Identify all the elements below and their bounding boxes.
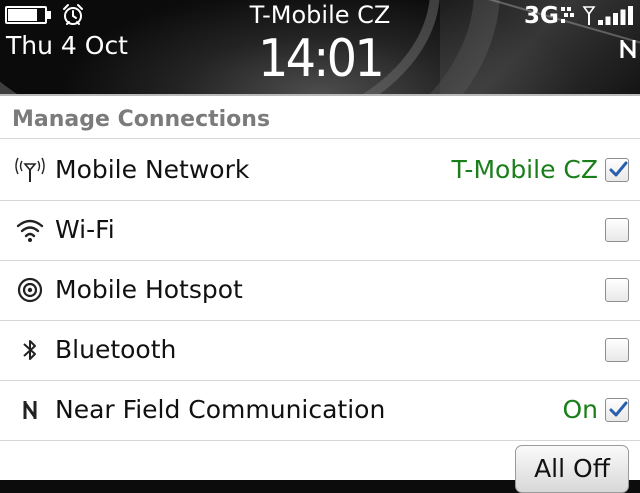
row-label: Mobile Hotspot <box>55 275 243 304</box>
row-status: On <box>562 395 598 424</box>
panel-title: Manage Connections <box>12 107 271 132</box>
all-off-button[interactable]: All Off <box>515 445 629 493</box>
nfc-checkbox[interactable] <box>605 398 629 422</box>
row-label: Wi-Fi <box>55 215 115 244</box>
mobile-hotspot-checkbox[interactable] <box>605 278 629 302</box>
checkmark-icon <box>609 401 628 417</box>
checkmark-icon <box>609 161 628 177</box>
connection-row-wifi[interactable]: Wi-Fi <box>0 200 640 259</box>
row-label: Near Field Communication <box>55 395 386 424</box>
data-transfer-icon <box>561 7 574 23</box>
mobile-network-checkbox[interactable] <box>605 158 629 182</box>
row-label: Bluetooth <box>55 335 177 364</box>
row-status: T-Mobile CZ <box>451 155 598 184</box>
signal-bar <box>605 16 611 25</box>
antenna-icon <box>15 157 45 182</box>
bluetooth-icon <box>23 340 36 360</box>
wifi-checkbox[interactable] <box>605 218 629 242</box>
wifi-icon <box>16 219 44 242</box>
connection-row-mobile-network[interactable]: Mobile Network T-Mobile CZ <box>0 140 640 199</box>
divider <box>0 138 640 139</box>
status-bar: Thu 4 Oct T-Mobile CZ 14:01 3G <box>0 0 640 94</box>
connection-row-nfc[interactable]: Near Field Communication On <box>0 380 640 439</box>
signal-strength-icon <box>582 6 633 25</box>
clock-time: 14:01 <box>257 29 385 89</box>
connection-row-mobile-hotspot[interactable]: Mobile Hotspot <box>0 260 640 319</box>
bluetooth-checkbox[interactable] <box>605 338 629 362</box>
signal-bar <box>598 20 603 25</box>
nfc-icon <box>23 401 37 419</box>
signal-bar <box>628 6 633 25</box>
nfc-status-icon <box>620 40 636 58</box>
row-label: Mobile Network <box>55 155 250 184</box>
connection-row-bluetooth[interactable]: Bluetooth <box>0 320 640 379</box>
signal-bar <box>620 9 626 25</box>
divider <box>0 440 640 441</box>
network-type-label: 3G <box>524 3 559 29</box>
hotspot-icon <box>17 277 43 303</box>
manage-connections-panel: Manage Connections Mobile Network T-Mobi… <box>0 94 640 493</box>
signal-bar <box>613 13 618 25</box>
